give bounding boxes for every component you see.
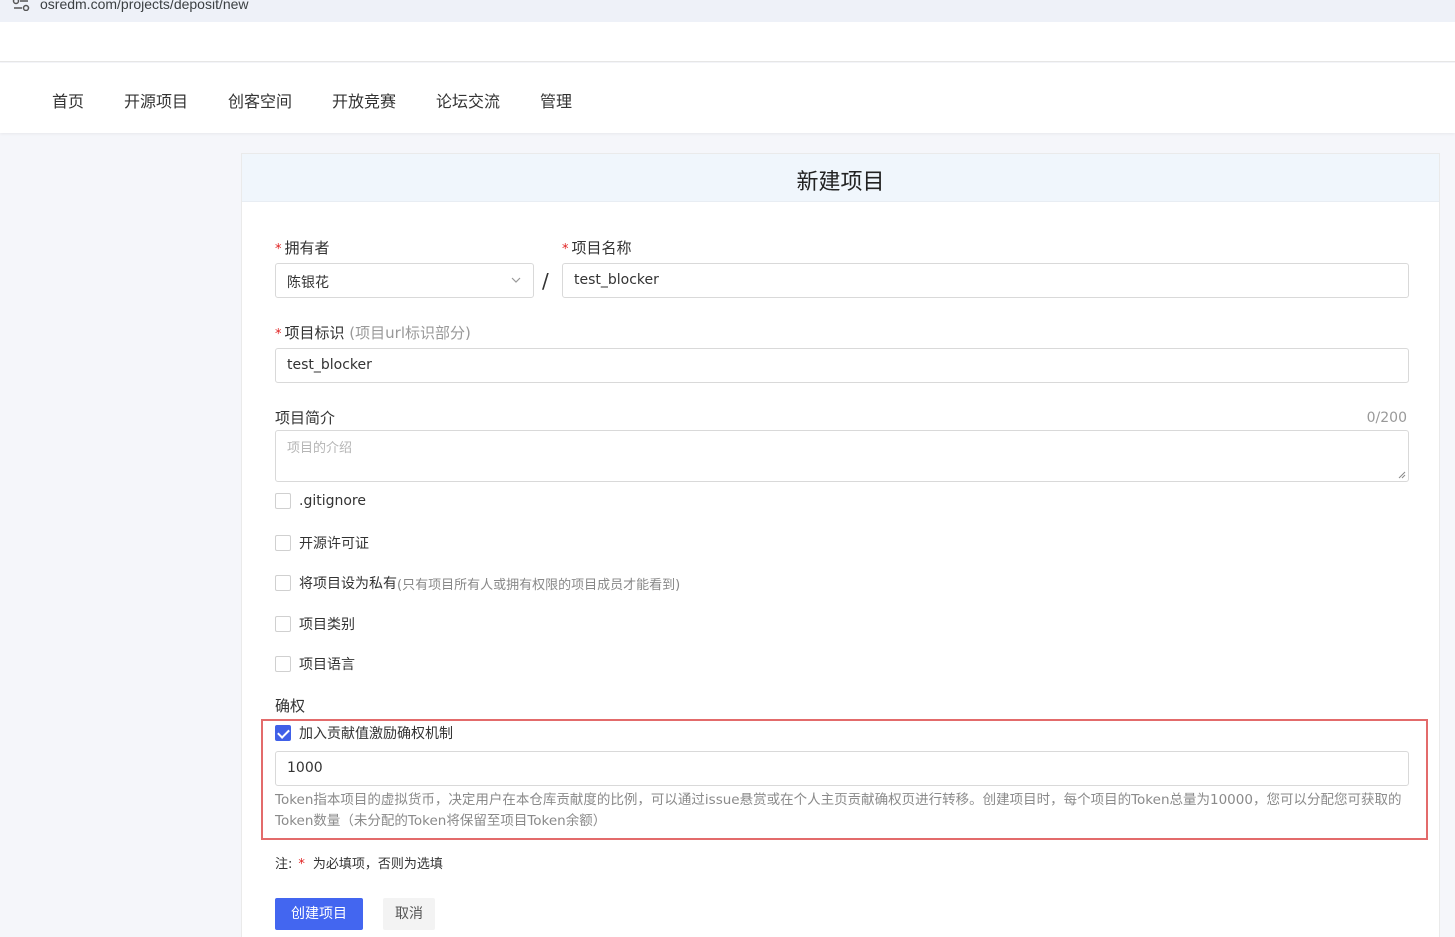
card-header: 新建项目 xyxy=(242,154,1439,202)
private-hint: (只有项目所有人或拥有权限的项目成员才能看到) xyxy=(397,577,681,593)
required-mark: * xyxy=(275,242,282,257)
resize-grip-icon[interactable] xyxy=(1398,471,1406,479)
project-name-label: * 项目名称 xyxy=(562,239,632,257)
language-label: 项目语言 xyxy=(299,657,355,673)
cancel-button[interactable]: 取消 xyxy=(383,898,435,930)
owner-label: * 拥有者 xyxy=(275,239,330,257)
url-text[interactable]: osredm.com/projects/deposit/new xyxy=(40,0,249,12)
top-navigation: 首页 开源项目 创客空间 开放竞赛 论坛交流 管理 xyxy=(0,63,1455,133)
language-option[interactable]: 项目语言 xyxy=(275,654,355,674)
gitignore-checkbox[interactable] xyxy=(275,493,291,509)
new-project-card: 新建项目 * 拥有者 * 项目名称 陈银花 / test_blocker * 项目标识… xyxy=(241,153,1440,937)
nav-item-maker-space[interactable]: 创客空间 xyxy=(228,88,292,112)
nav-item-home[interactable]: 首页 xyxy=(52,88,84,112)
license-checkbox[interactable] xyxy=(275,535,291,551)
chevron-down-icon xyxy=(511,277,521,283)
rights-checkbox[interactable] xyxy=(275,725,291,741)
owner-select[interactable]: 陈银花 xyxy=(275,263,534,298)
browser-address-bar: osredm.com/projects/deposit/new xyxy=(0,0,1455,22)
desc-char-counter: 0/200 xyxy=(1366,410,1407,426)
category-option[interactable]: 项目类别 xyxy=(275,614,355,634)
license-option[interactable]: 开源许可证 xyxy=(275,533,369,553)
rights-option[interactable]: 加入贡献值激励确权机制 xyxy=(275,723,453,743)
project-id-label: * 项目标识 (项目url标识部分) xyxy=(275,324,471,342)
token-description: Token指本项目的虚拟货币，决定用户在本仓库贡献度的比例，可以通过issue悬… xyxy=(275,792,1402,829)
required-note: 注: * 为必填项，否则为选填 xyxy=(275,857,443,872)
language-checkbox[interactable] xyxy=(275,656,291,672)
nav-item-open-source-projects[interactable]: 开源项目 xyxy=(124,88,188,112)
license-label: 开源许可证 xyxy=(299,536,369,552)
category-label: 项目类别 xyxy=(299,617,355,633)
required-mark: * xyxy=(562,242,569,257)
rights-checkbox-label: 加入贡献值激励确权机制 xyxy=(299,726,453,742)
private-label: 将项目设为私有 xyxy=(299,576,397,592)
nav-item-forum[interactable]: 论坛交流 xyxy=(436,88,500,112)
project-id-hint: (项目url标识部分) xyxy=(349,324,471,342)
token-amount-input[interactable]: 1000 xyxy=(275,751,1409,786)
project-desc-textarea[interactable]: 项目的介绍 xyxy=(275,430,1409,482)
create-project-button[interactable]: 创建项目 xyxy=(275,898,363,930)
private-checkbox[interactable] xyxy=(275,575,291,591)
required-mark: * xyxy=(275,327,282,342)
gitignore-option[interactable]: .gitignore xyxy=(275,493,366,509)
private-option[interactable]: 将项目设为私有 (只有项目所有人或拥有权限的项目成员才能看到) xyxy=(275,573,680,593)
site-settings-icon[interactable] xyxy=(12,0,30,11)
project-name-input[interactable]: test_blocker xyxy=(562,263,1409,298)
owner-name-separator: / xyxy=(542,269,549,293)
rights-label: 确权 xyxy=(275,697,306,715)
nav-item-competitions[interactable]: 开放竞赛 xyxy=(332,88,396,112)
category-checkbox[interactable] xyxy=(275,616,291,632)
gitignore-label: .gitignore xyxy=(299,493,366,509)
owner-select-value: 陈银花 xyxy=(287,275,329,291)
page-title: 新建项目 xyxy=(796,170,885,195)
nav-item-admin[interactable]: 管理 xyxy=(540,88,572,112)
project-id-input[interactable]: test_blocker xyxy=(275,348,1409,383)
desc-placeholder: 项目的介绍 xyxy=(287,441,353,456)
browser-toolbar-strip xyxy=(0,22,1455,62)
project-desc-label: 项目简介 xyxy=(275,409,336,427)
required-mark: * xyxy=(298,857,305,872)
